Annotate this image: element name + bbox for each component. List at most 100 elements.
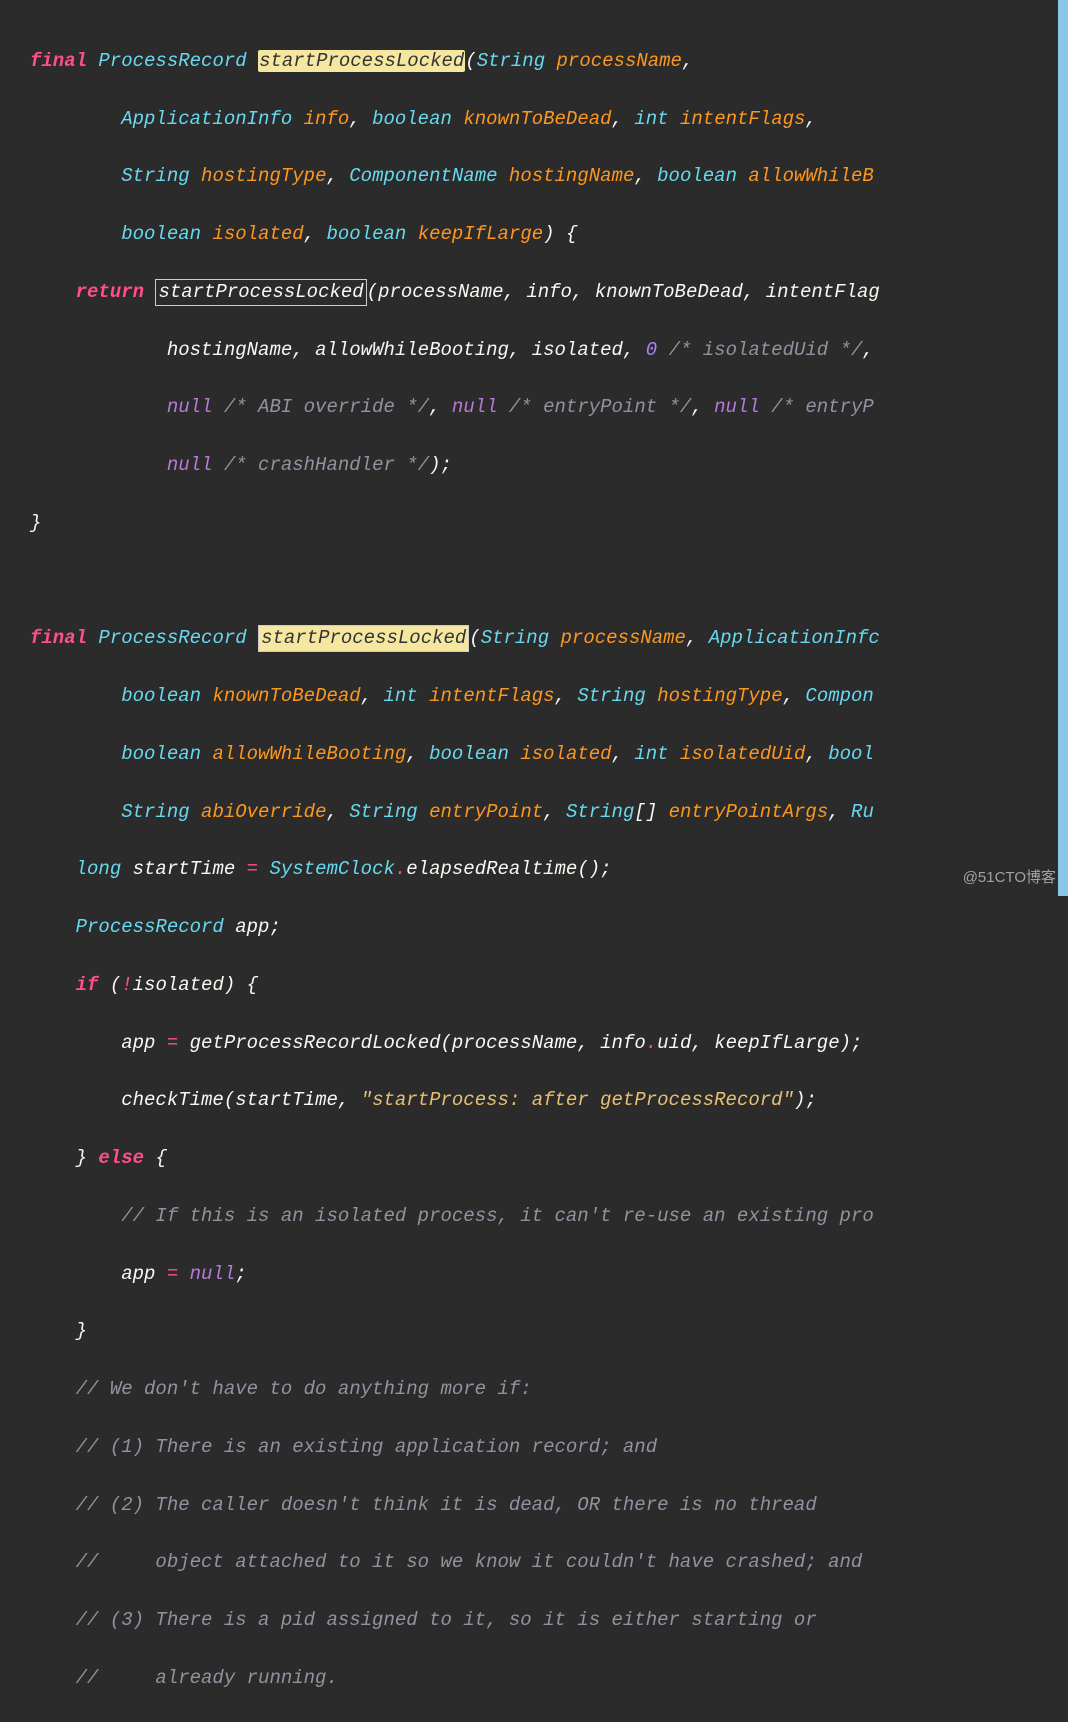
method-startProcessLocked-box-highlight: startProcessLocked: [258, 625, 469, 652]
ident-info: info: [526, 281, 572, 303]
type-ApplicationInfc: ApplicationInfc: [709, 627, 880, 649]
code-line: checkTime(startTime, "startProcess: afte…: [0, 1086, 1068, 1115]
param-keepIfLarge: keepIfLarge: [418, 223, 543, 245]
type-String: String: [349, 801, 417, 823]
code-line: // object attached to it so we know it c…: [0, 1548, 1068, 1577]
code-line: null /* crashHandler */);: [0, 451, 1068, 480]
code-line: ApplicationInfo info, boolean knownToBeD…: [0, 105, 1068, 134]
code-line: } else {: [0, 1144, 1068, 1173]
keyword-return: return: [76, 281, 144, 303]
param-abiOverride: abiOverride: [201, 801, 326, 823]
code-line: // (2) The caller doesn't think it is de…: [0, 1491, 1068, 1520]
code-line: boolean allowWhileBooting, boolean isola…: [0, 740, 1068, 769]
code-editor[interactable]: final ProcessRecord startProcessLocked(S…: [0, 0, 1068, 1722]
code-line: // If this is an isolated process, it ca…: [0, 1202, 1068, 1231]
param-hostingType: hostingType: [657, 685, 782, 707]
method-elapsedRealtime: elapsedRealtime: [406, 858, 577, 880]
param-isolatedUid: isolatedUid: [680, 743, 805, 765]
ident-knownToBeDead: knownToBeDead: [595, 281, 743, 303]
code-line: boolean isolated, boolean keepIfLarge) {: [0, 220, 1068, 249]
literal-zero: 0: [646, 339, 657, 361]
ident-app: app: [121, 1263, 155, 1285]
string-afterGet: "startProcess: after getProcessRecord": [361, 1089, 794, 1111]
type-Compon: Compon: [805, 685, 873, 707]
ident-allowWhileBooting: allowWhileBooting: [315, 339, 509, 361]
param-hostingName: hostingName: [509, 165, 634, 187]
method-startProcessLocked-box: startProcessLocked: [155, 279, 366, 306]
type-String: String: [477, 50, 545, 72]
code-line: long startTime = SystemClock.elapsedReal…: [0, 855, 1068, 884]
param-knownToBeDead: knownToBeDead: [212, 685, 360, 707]
param-intentFlags: intentFlags: [680, 108, 805, 130]
comment-crashHandler: /* crashHandler */: [224, 454, 429, 476]
ident-keepIfLarge: keepIfLarge: [714, 1032, 839, 1054]
type-boolean: boolean: [121, 743, 201, 765]
ident-processName: processName: [378, 281, 503, 303]
type-ApplicationInfo: ApplicationInfo: [121, 108, 292, 130]
type-int: int: [634, 743, 668, 765]
type-boolean: boolean: [121, 685, 201, 707]
code-line: // already running.: [0, 1664, 1068, 1693]
comment-weDont: // We don't have to do anything more if:: [76, 1378, 532, 1400]
type-String: String: [121, 801, 189, 823]
type-ProcessRecord: ProcessRecord: [98, 50, 246, 72]
code-line: ProcessRecord app;: [0, 913, 1068, 942]
scrollbar-gutter[interactable]: [1058, 0, 1068, 896]
comment-c3b: // already running.: [76, 1667, 338, 1689]
code-line: return startProcessLocked(processName, i…: [0, 278, 1068, 307]
type-Ru: Ru: [851, 801, 874, 823]
keyword-null: null: [167, 396, 213, 418]
code-line: [0, 567, 1068, 596]
param-isolated: isolated: [520, 743, 611, 765]
code-line: String abiOverride, String entryPoint, S…: [0, 798, 1068, 827]
comment-abiOverride: /* ABI override */: [224, 396, 429, 418]
type-long: long: [76, 858, 122, 880]
type-ComponentName: ComponentName: [349, 165, 497, 187]
method-checkTime: checkTime: [121, 1089, 224, 1111]
method-startProcessLocked-highlight: startProcessLocked: [258, 50, 465, 72]
type-String: String: [577, 685, 645, 707]
comment-entryPoint: /* entryPoint */: [509, 396, 691, 418]
type-boolean: boolean: [121, 223, 201, 245]
type-int: int: [384, 685, 418, 707]
ident-intentFlag: intentFlag: [766, 281, 880, 303]
code-line: final ProcessRecord startProcessLocked(S…: [0, 47, 1068, 76]
ident-startTime: startTime: [235, 1089, 338, 1111]
param-entryPointArgs: entryPointArgs: [669, 801, 829, 823]
type-boolean: boolean: [657, 165, 737, 187]
type-int: int: [634, 108, 668, 130]
code-line: // (3) There is a pid assigned to it, so…: [0, 1606, 1068, 1635]
ident-isolated: isolated: [133, 974, 224, 996]
type-SystemClock: SystemClock: [269, 858, 394, 880]
ident-isolated: isolated: [532, 339, 623, 361]
param-knownToBeDead: knownToBeDead: [463, 108, 611, 130]
param-info: info: [304, 108, 350, 130]
keyword-null: null: [167, 454, 213, 476]
keyword-null: null: [190, 1263, 236, 1285]
comment-c2b: // object attached to it so we know it c…: [76, 1551, 863, 1573]
code-line: // (1) There is an existing application …: [0, 1433, 1068, 1462]
code-line: final ProcessRecord startProcessLocked(S…: [0, 624, 1068, 653]
op-not: !: [121, 974, 132, 996]
code-line: if (!isolated) {: [0, 971, 1068, 1000]
comment-ifIsolated: // If this is an isolated process, it ca…: [121, 1205, 874, 1227]
param-intentFlags: intentFlags: [429, 685, 554, 707]
comment-c3a: // (3) There is a pid assigned to it, so…: [76, 1609, 817, 1631]
watermark-text: @51CTO博客: [963, 867, 1056, 890]
comment-c2a: // (2) The caller doesn't think it is de…: [76, 1494, 817, 1516]
param-isolated: isolated: [212, 223, 303, 245]
param-processName: processName: [557, 50, 682, 72]
param-hostingType: hostingType: [201, 165, 326, 187]
ident-hostingName: hostingName: [167, 339, 292, 361]
param-processName: processName: [561, 627, 686, 649]
type-boolean: boolean: [429, 743, 509, 765]
param-allowWhileBooting: allowWhileBooting: [212, 743, 406, 765]
comment-c1: // (1) There is an existing application …: [76, 1436, 658, 1458]
code-line: // We don't have to do anything more if:: [0, 1375, 1068, 1404]
ident-app: app: [121, 1032, 155, 1054]
param-allowWhileB: allowWhileB: [748, 165, 873, 187]
code-line: String hostingType, ComponentName hostin…: [0, 162, 1068, 191]
type-String: String: [566, 801, 634, 823]
code-line: hostingName, allowWhileBooting, isolated…: [0, 336, 1068, 365]
param-entryPoint: entryPoint: [429, 801, 543, 823]
